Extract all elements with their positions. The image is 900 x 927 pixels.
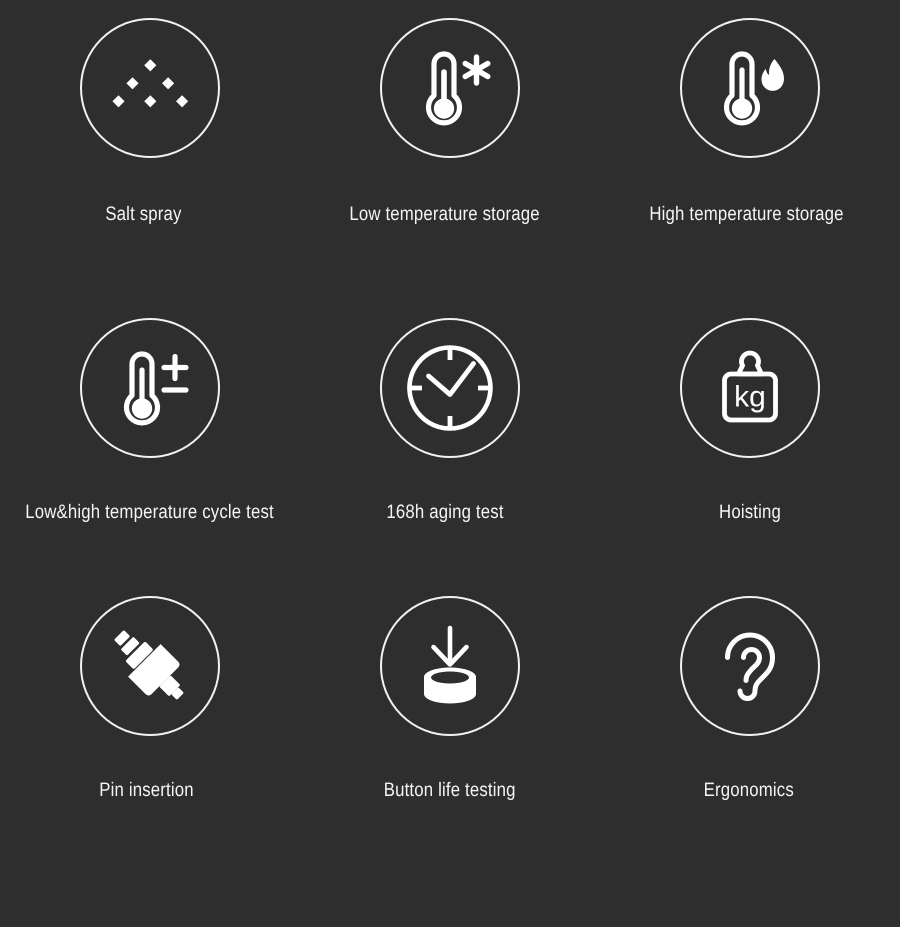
icon-circle (680, 18, 820, 158)
feature-label: Salt spray (104, 203, 182, 225)
icon-circle (380, 18, 520, 158)
feature-label: Low&high temperature cycle test (25, 501, 275, 523)
feature-label: Low temperature storage (349, 203, 541, 225)
feature-grid: Salt spray Low temperature storage High … (0, 0, 900, 927)
feature-label: High temperature storage (649, 203, 844, 225)
plus-minus-glyph (161, 353, 189, 393)
feature-item-ergonomics[interactable]: Ergonomics (600, 596, 900, 874)
flame-glyph (761, 58, 784, 91)
feature-label: Hoisting (719, 501, 781, 523)
ear-icon (725, 632, 775, 701)
feature-item-aging-test[interactable]: 168h aging test (300, 318, 600, 596)
thermometer-snowflake-icon (425, 51, 491, 126)
feature-item-high-temperature-storage[interactable]: High temperature storage (600, 18, 900, 318)
feature-label: Ergonomics (703, 779, 794, 801)
kg-weight-icon: kg (722, 350, 778, 423)
feature-item-button-life-testing[interactable]: Button life testing (300, 596, 600, 874)
salt-spray-droplets-icon (112, 59, 189, 108)
icon-circle: kg (680, 318, 820, 458)
icon-circle (380, 596, 520, 736)
feature-label: Pin insertion (99, 779, 194, 801)
icon-feature-board: Salt spray Low temperature storage High … (0, 0, 900, 927)
thermometer-plus-minus-icon (123, 351, 189, 426)
icon-circle (80, 318, 220, 458)
icon-circle (80, 596, 220, 736)
arrow-press-button-icon (424, 625, 476, 704)
feature-item-pin-insertion[interactable]: Pin insertion (0, 596, 300, 874)
kg-weight-text: kg (734, 381, 766, 414)
clock-hands (426, 361, 476, 397)
snowflake-glyph (462, 54, 491, 86)
feature-item-hoisting[interactable]: kg Hoisting (600, 318, 900, 596)
icon-circle (80, 18, 220, 158)
button-cylinder-glyph (424, 667, 476, 704)
clock-icon (407, 345, 493, 431)
feature-label: Button life testing (384, 779, 516, 801)
feature-label: 168h aging test (386, 501, 504, 523)
thermometer-flame-icon (723, 51, 784, 126)
feature-item-salt-spray[interactable]: Salt spray (0, 18, 300, 318)
feature-item-low-temperature-storage[interactable]: Low temperature storage (300, 18, 600, 318)
down-arrow-glyph (431, 625, 469, 667)
icon-circle (380, 318, 520, 458)
feature-item-temperature-cycle-test[interactable]: Low&high temperature cycle test (0, 318, 300, 596)
plug-connector-icon (114, 630, 184, 700)
icon-circle (680, 596, 820, 736)
